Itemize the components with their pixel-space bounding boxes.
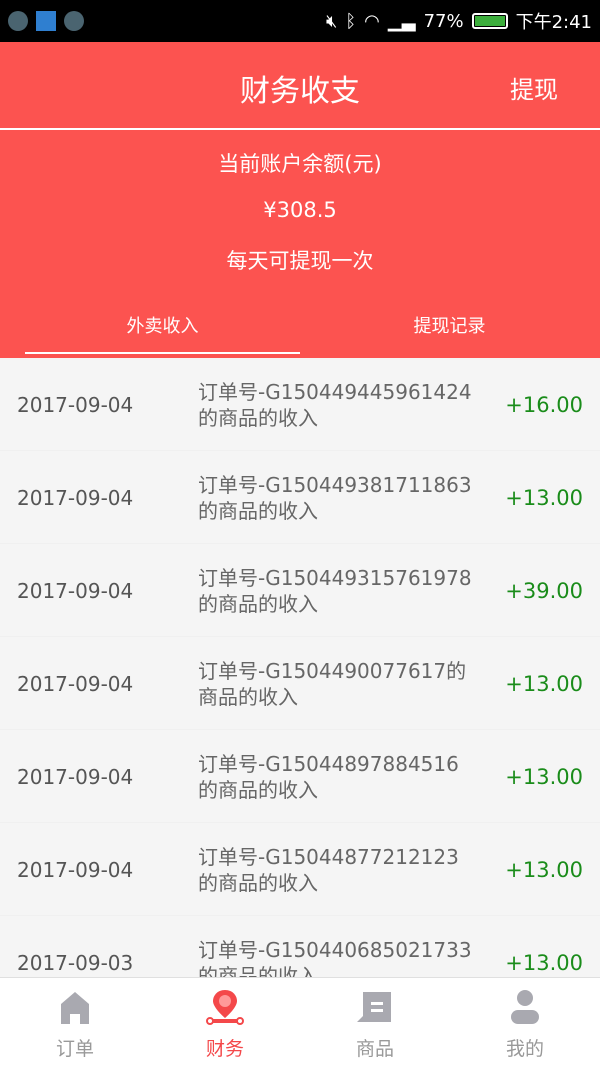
record-amount: +16.00: [505, 393, 583, 417]
record-date: 2017-09-03: [17, 951, 134, 975]
active-tab-indicator: [25, 352, 300, 354]
weather-icon: [36, 11, 56, 31]
record-amount: +13.00: [505, 765, 583, 789]
mute-icon: 🔇︎: [326, 10, 338, 32]
record-desc: 订单号-G15044877212123 的商品的收入: [198, 845, 459, 895]
battery-percent: 77%: [423, 10, 464, 32]
record-amount: +13.00: [505, 951, 583, 975]
tab-takeout-income[interactable]: 外卖收入: [25, 312, 300, 338]
balance-label: 当前账户余额(元): [218, 152, 382, 176]
notification-icon: [8, 11, 28, 31]
clock: 下午2:41: [515, 12, 592, 33]
nav-label: 订单: [55, 1038, 94, 1060]
record-desc: 订单号-G150449381711863 的商品的收入: [198, 473, 472, 523]
record-date: 2017-09-04: [17, 672, 134, 696]
record-desc: 订单号-G150449445961424 的商品的收入: [198, 380, 472, 430]
record-date: 2017-09-04: [17, 486, 134, 510]
nav-label: 财务: [205, 1038, 244, 1060]
list-item[interactable]: 2017-09-04 订单号-G15044877212123 的商品的收入 +13.…: [0, 823, 600, 916]
record-date: 2017-09-04: [17, 765, 134, 789]
list-item[interactable]: 2017-09-04 订单号-G150449445961424 的商品的收入 +16…: [0, 358, 600, 451]
finance-pin-icon: [206, 990, 244, 1025]
record-desc: 订单号-G150440685021733 的商品的收入: [198, 938, 472, 977]
record-amount: +13.00: [505, 858, 583, 882]
goods-icon: [357, 992, 391, 1022]
bottom-nav: 订单 财务 商品 我的: [0, 977, 600, 1067]
record-amount: +39.00: [505, 579, 583, 603]
list-item[interactable]: 2017-09-04 订单号-G1504490077617的 商品的收入 +13.0…: [0, 637, 600, 730]
status-bar: 🔇︎ ᛒ ◠ ▁▃ 77% 下午2:41: [0, 0, 600, 42]
income-list[interactable]: 2017-09-04 订单号-G150449445961424 的商品的收入 +16…: [0, 358, 600, 977]
list-item[interactable]: 2017-09-04 订单号-G15044897884516 的商品的收入 +13.…: [0, 730, 600, 823]
home-icon: [61, 992, 89, 1024]
list-item[interactable]: 2017-09-04 订单号-G150449315761978 的商品的收入 +39…: [0, 544, 600, 637]
nav-mine[interactable]: 我的: [450, 978, 600, 1067]
nav-label: 商品: [355, 1038, 394, 1060]
balance-amount: ¥308.5: [263, 198, 337, 222]
nav-goods[interactable]: 商品: [300, 978, 450, 1067]
list-item[interactable]: 2017-09-04 订单号-G150449381711863 的商品的收入 +13…: [0, 451, 600, 544]
record-desc: 订单号-G15044897884516 的商品的收入: [198, 752, 459, 802]
record-desc: 订单号-G150449315761978 的商品的收入: [198, 566, 472, 616]
nav-orders[interactable]: 订单: [0, 978, 150, 1067]
bluetooth-icon: ᛒ: [345, 10, 357, 32]
nav-finance[interactable]: 财务: [150, 978, 300, 1067]
signal-icon: ▁▃: [387, 10, 416, 32]
list-item[interactable]: 2017-09-03 订单号-G150440685021733 的商品的收入 +13…: [0, 916, 600, 977]
record-amount: +13.00: [505, 672, 583, 696]
notification-icon: [64, 11, 84, 31]
record-desc: 订单号-G1504490077617的 商品的收入: [198, 659, 467, 709]
header: 财务收支 提现 当前账户余额(元) ¥308.5 每天可提现一次 外卖收入 提现…: [0, 42, 600, 358]
withdraw-note: 每天可提现一次: [226, 249, 374, 273]
divider: [0, 128, 600, 130]
record-amount: +13.00: [505, 486, 583, 510]
tab-withdraw-records[interactable]: 提现记录: [312, 312, 587, 338]
record-date: 2017-09-04: [17, 393, 134, 417]
record-date: 2017-09-04: [17, 579, 134, 603]
nav-label: 我的: [505, 1038, 544, 1060]
user-icon: [511, 990, 539, 1024]
wifi-icon: ◠: [364, 10, 380, 32]
record-date: 2017-09-04: [17, 858, 134, 882]
battery-icon: [471, 13, 508, 29]
withdraw-button[interactable]: 提现: [510, 70, 558, 105]
